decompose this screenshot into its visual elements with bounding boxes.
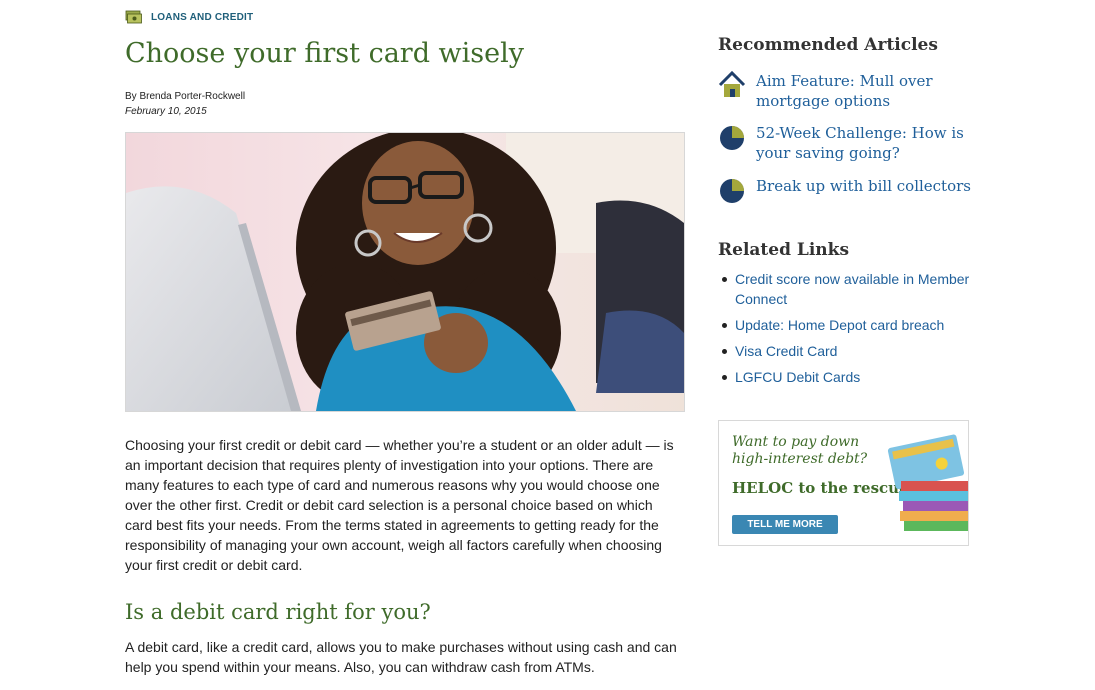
pie-chart-icon <box>720 179 744 203</box>
related-link[interactable]: Credit score now available in Member Con… <box>735 271 969 307</box>
ad-tagline-line1: Want to pay down <box>732 434 860 450</box>
section-heading: Is a debit card right for you? <box>125 600 431 624</box>
recommended-heading: Recommended Articles <box>718 35 938 55</box>
ad-tagline: Want to pay down high-interest debt? <box>732 434 867 468</box>
heloc-ad-banner[interactable]: Want to pay down high-interest debt? HEL… <box>718 420 969 546</box>
article-byline: By Brenda Porter-Rockwell <box>125 91 246 102</box>
related-links-list: Credit score now available in Member Con… <box>718 269 978 393</box>
article-date: February 10, 2015 <box>125 106 207 117</box>
related-link-item[interactable]: Update: Home Depot card breach <box>718 315 978 335</box>
related-link[interactable]: Update: Home Depot card breach <box>735 317 944 333</box>
related-link[interactable]: Visa Credit Card <box>735 343 837 359</box>
house-icon <box>718 71 746 97</box>
related-links-heading: Related Links <box>718 240 850 260</box>
category-tag[interactable]: LOANS AND CREDIT <box>125 8 253 26</box>
money-bills-icon <box>125 10 142 24</box>
recommended-item[interactable]: Aim Feature: Mull over mortgage options <box>718 71 978 111</box>
pie-chart-icon <box>720 126 744 150</box>
related-link-item[interactable]: Credit score now available in Member Con… <box>718 269 978 309</box>
credit-cards-stack-image <box>887 434 968 531</box>
recommended-link[interactable]: 52-Week Challenge: How is your saving go… <box>756 123 978 163</box>
hero-photo-illustration <box>126 133 684 411</box>
related-link[interactable]: LGFCU Debit Cards <box>735 369 860 385</box>
recommended-link[interactable]: Aim Feature: Mull over mortgage options <box>756 71 978 111</box>
tell-me-more-button[interactable]: TELL ME MORE <box>732 515 838 534</box>
recommended-item[interactable]: 52-Week Challenge: How is your saving go… <box>718 123 978 163</box>
ad-tagline-line2: high-interest debt? <box>732 451 868 467</box>
article-title: Choose your first card wisely <box>125 38 525 69</box>
recommended-item[interactable]: Break up with bill collectors <box>718 176 978 204</box>
article-paragraph: Choosing your first credit or debit card… <box>125 437 674 573</box>
recommended-link[interactable]: Break up with bill collectors <box>756 176 971 204</box>
category-label[interactable]: LOANS AND CREDIT <box>151 12 253 23</box>
related-link-item[interactable]: Visa Credit Card <box>718 341 978 361</box>
hero-image <box>125 132 685 412</box>
related-link-item[interactable]: LGFCU Debit Cards <box>718 367 978 387</box>
article-paragraph: A debit card, like a credit card, allows… <box>125 639 677 675</box>
